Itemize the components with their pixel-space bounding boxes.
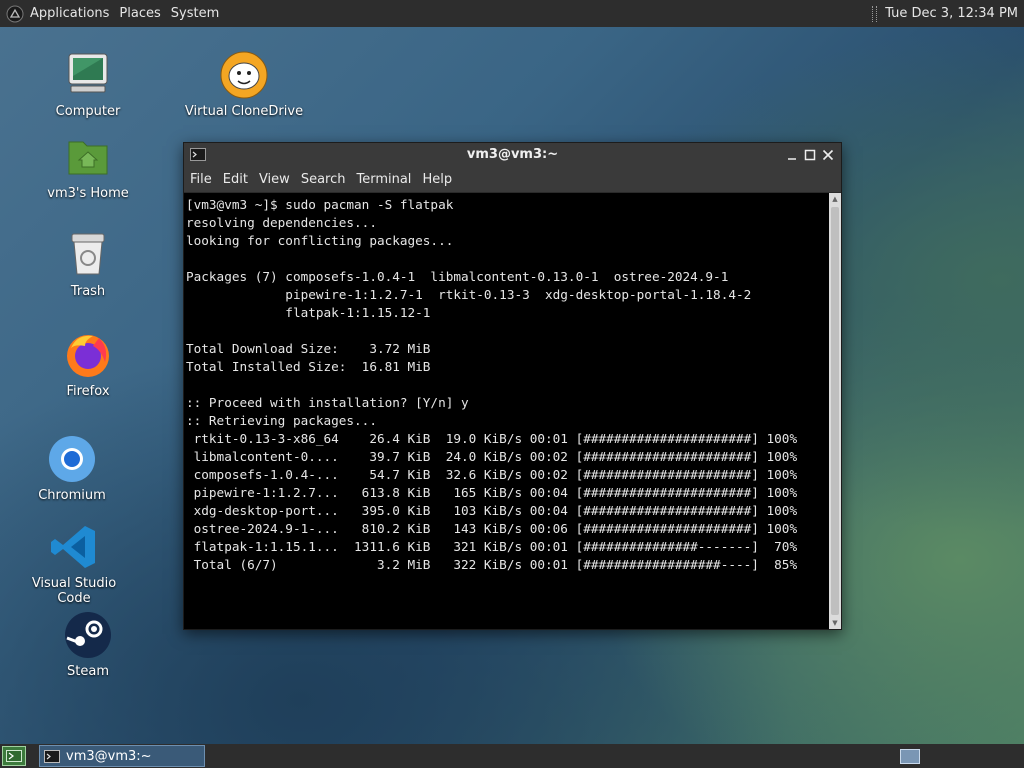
taskbar-terminal-button[interactable]: vm3@vm3:~ <box>39 745 205 767</box>
terminal-window[interactable]: vm3@vm3:~ File Edit View Search Terminal… <box>183 142 842 630</box>
clonedrive-sheep-icon <box>219 50 269 100</box>
menu-search[interactable]: Search <box>296 172 351 187</box>
terminal-line: libmalcontent-0.... 39.7 KiB 24.0 KiB/s … <box>186 449 798 464</box>
terminal-line: flatpak-1:1.15.1... 1311.6 KiB 321 KiB/s… <box>186 539 798 554</box>
computer-icon <box>63 50 113 100</box>
terminal-menubar: File Edit View Search Terminal Help <box>184 166 841 193</box>
menu-applications[interactable]: Applications <box>30 6 115 21</box>
menu-view[interactable]: View <box>254 172 295 187</box>
terminal-line: ostree-2024.9-1-... 810.2 KiB 143 KiB/s … <box>186 521 798 536</box>
firefox-icon <box>63 330 113 380</box>
steam-icon <box>63 610 113 660</box>
desktop-icon-clonedrive[interactable]: Virtual CloneDrive <box>184 50 304 119</box>
scrollbar-thumb[interactable] <box>831 207 839 615</box>
distro-logo-icon[interactable] <box>6 5 24 23</box>
chromium-icon <box>47 434 97 484</box>
terminal-output[interactable]: [vm3@vm3 ~]$ sudo pacman -S flatpak reso… <box>184 193 829 629</box>
desktop-icon-label: Computer <box>55 104 121 119</box>
close-button[interactable] <box>821 148 835 162</box>
clock[interactable]: Tue Dec 3, 12:34 PM <box>885 6 1018 21</box>
desktop-icon-label: Chromium <box>38 488 106 503</box>
desktop-icon-label: Visual Studio Code <box>31 576 117 606</box>
desktop-icon-firefox[interactable]: Firefox <box>28 330 148 399</box>
terminal-line: pipewire-1:1.2.7... 613.8 KiB 165 KiB/s … <box>186 485 798 500</box>
terminal-app-icon <box>190 148 206 161</box>
desktop-icon-label: Trash <box>70 284 106 299</box>
menu-help[interactable]: Help <box>417 172 457 187</box>
minimize-icon <box>788 157 796 160</box>
scroll-down-arrow-icon[interactable]: ▼ <box>829 617 841 629</box>
terminal-line: resolving dependencies... <box>186 215 377 230</box>
desktop-icon-trash[interactable]: Trash <box>28 230 148 299</box>
desktop-icon-label: Virtual CloneDrive <box>184 104 304 119</box>
maximize-button[interactable] <box>803 148 817 162</box>
menu-places[interactable]: Places <box>119 6 166 21</box>
window-title: vm3@vm3:~ <box>466 147 559 162</box>
show-desktop-icon <box>6 750 22 762</box>
menu-file[interactable]: File <box>185 172 217 187</box>
desktop-icon-vscode[interactable]: Visual Studio Code <box>14 522 134 606</box>
terminal-line: Total Download Size: 3.72 MiB <box>186 341 431 356</box>
terminal-scrollbar[interactable]: ▲ ▼ <box>829 193 841 629</box>
menu-edit[interactable]: Edit <box>218 172 253 187</box>
home-folder-icon <box>63 132 113 182</box>
maximize-icon <box>804 149 816 160</box>
terminal-line: Packages (7) composefs-1.0.4-1 libmalcon… <box>186 269 729 284</box>
trash-icon <box>63 230 113 280</box>
terminal-line: Total (6/7) 3.2 MiB 322 KiB/s 00:01 [###… <box>186 557 798 572</box>
desktop-icon-chromium[interactable]: Chromium <box>12 434 132 503</box>
vscode-icon <box>49 522 99 572</box>
bottom-panel: vm3@vm3:~ <box>0 744 1024 768</box>
menu-system[interactable]: System <box>171 6 225 21</box>
terminal-line: :: Proceed with installation? [Y/n] y <box>186 395 469 410</box>
terminal-app-icon <box>44 749 60 763</box>
close-icon <box>822 149 834 160</box>
desktop-icon-label: Firefox <box>66 384 110 399</box>
terminal-line: composefs-1.0.4-... 54.7 KiB 32.6 KiB/s … <box>186 467 798 482</box>
top-panel: Applications Places System Tue Dec 3, 12… <box>0 0 1024 27</box>
workspace-switcher[interactable] <box>900 748 920 764</box>
desktop-icon-computer[interactable]: Computer <box>28 50 148 119</box>
panel-clock-area: Tue Dec 3, 12:34 PM <box>872 5 1024 22</box>
desktop-icon-label: vm3's Home <box>47 186 129 201</box>
taskbar-button-label: vm3@vm3:~ <box>66 748 152 764</box>
terminal-line: xdg-desktop-port... 395.0 KiB 103 KiB/s … <box>186 503 798 518</box>
window-titlebar[interactable]: vm3@vm3:~ <box>184 143 841 166</box>
window-controls <box>785 148 841 162</box>
terminal-line: pipewire-1:1.2.7-1 rtkit-0.13-3 xdg-desk… <box>186 287 752 302</box>
desktop-icon-home[interactable]: vm3's Home <box>28 132 148 201</box>
show-desktop-button[interactable] <box>2 746 26 766</box>
panel-separator <box>872 5 878 22</box>
terminal-line: looking for conflicting packages... <box>186 233 454 248</box>
terminal-line: [vm3@vm3 ~]$ sudo pacman -S flatpak <box>186 197 454 212</box>
minimize-button[interactable] <box>785 148 799 162</box>
menu-terminal[interactable]: Terminal <box>351 172 416 187</box>
terminal-line: flatpak-1:1.15.12-1 <box>186 305 431 320</box>
desktop-icon-steam[interactable]: Steam <box>28 610 148 679</box>
terminal-line: Total Installed Size: 16.81 MiB <box>186 359 431 374</box>
scroll-up-arrow-icon[interactable]: ▲ <box>829 193 841 205</box>
terminal-line: rtkit-0.13-3-x86_64 26.4 KiB 19.0 KiB/s … <box>186 431 798 446</box>
desktop-icon-label: Steam <box>67 664 109 679</box>
terminal-line: :: Retrieving packages... <box>186 413 377 428</box>
